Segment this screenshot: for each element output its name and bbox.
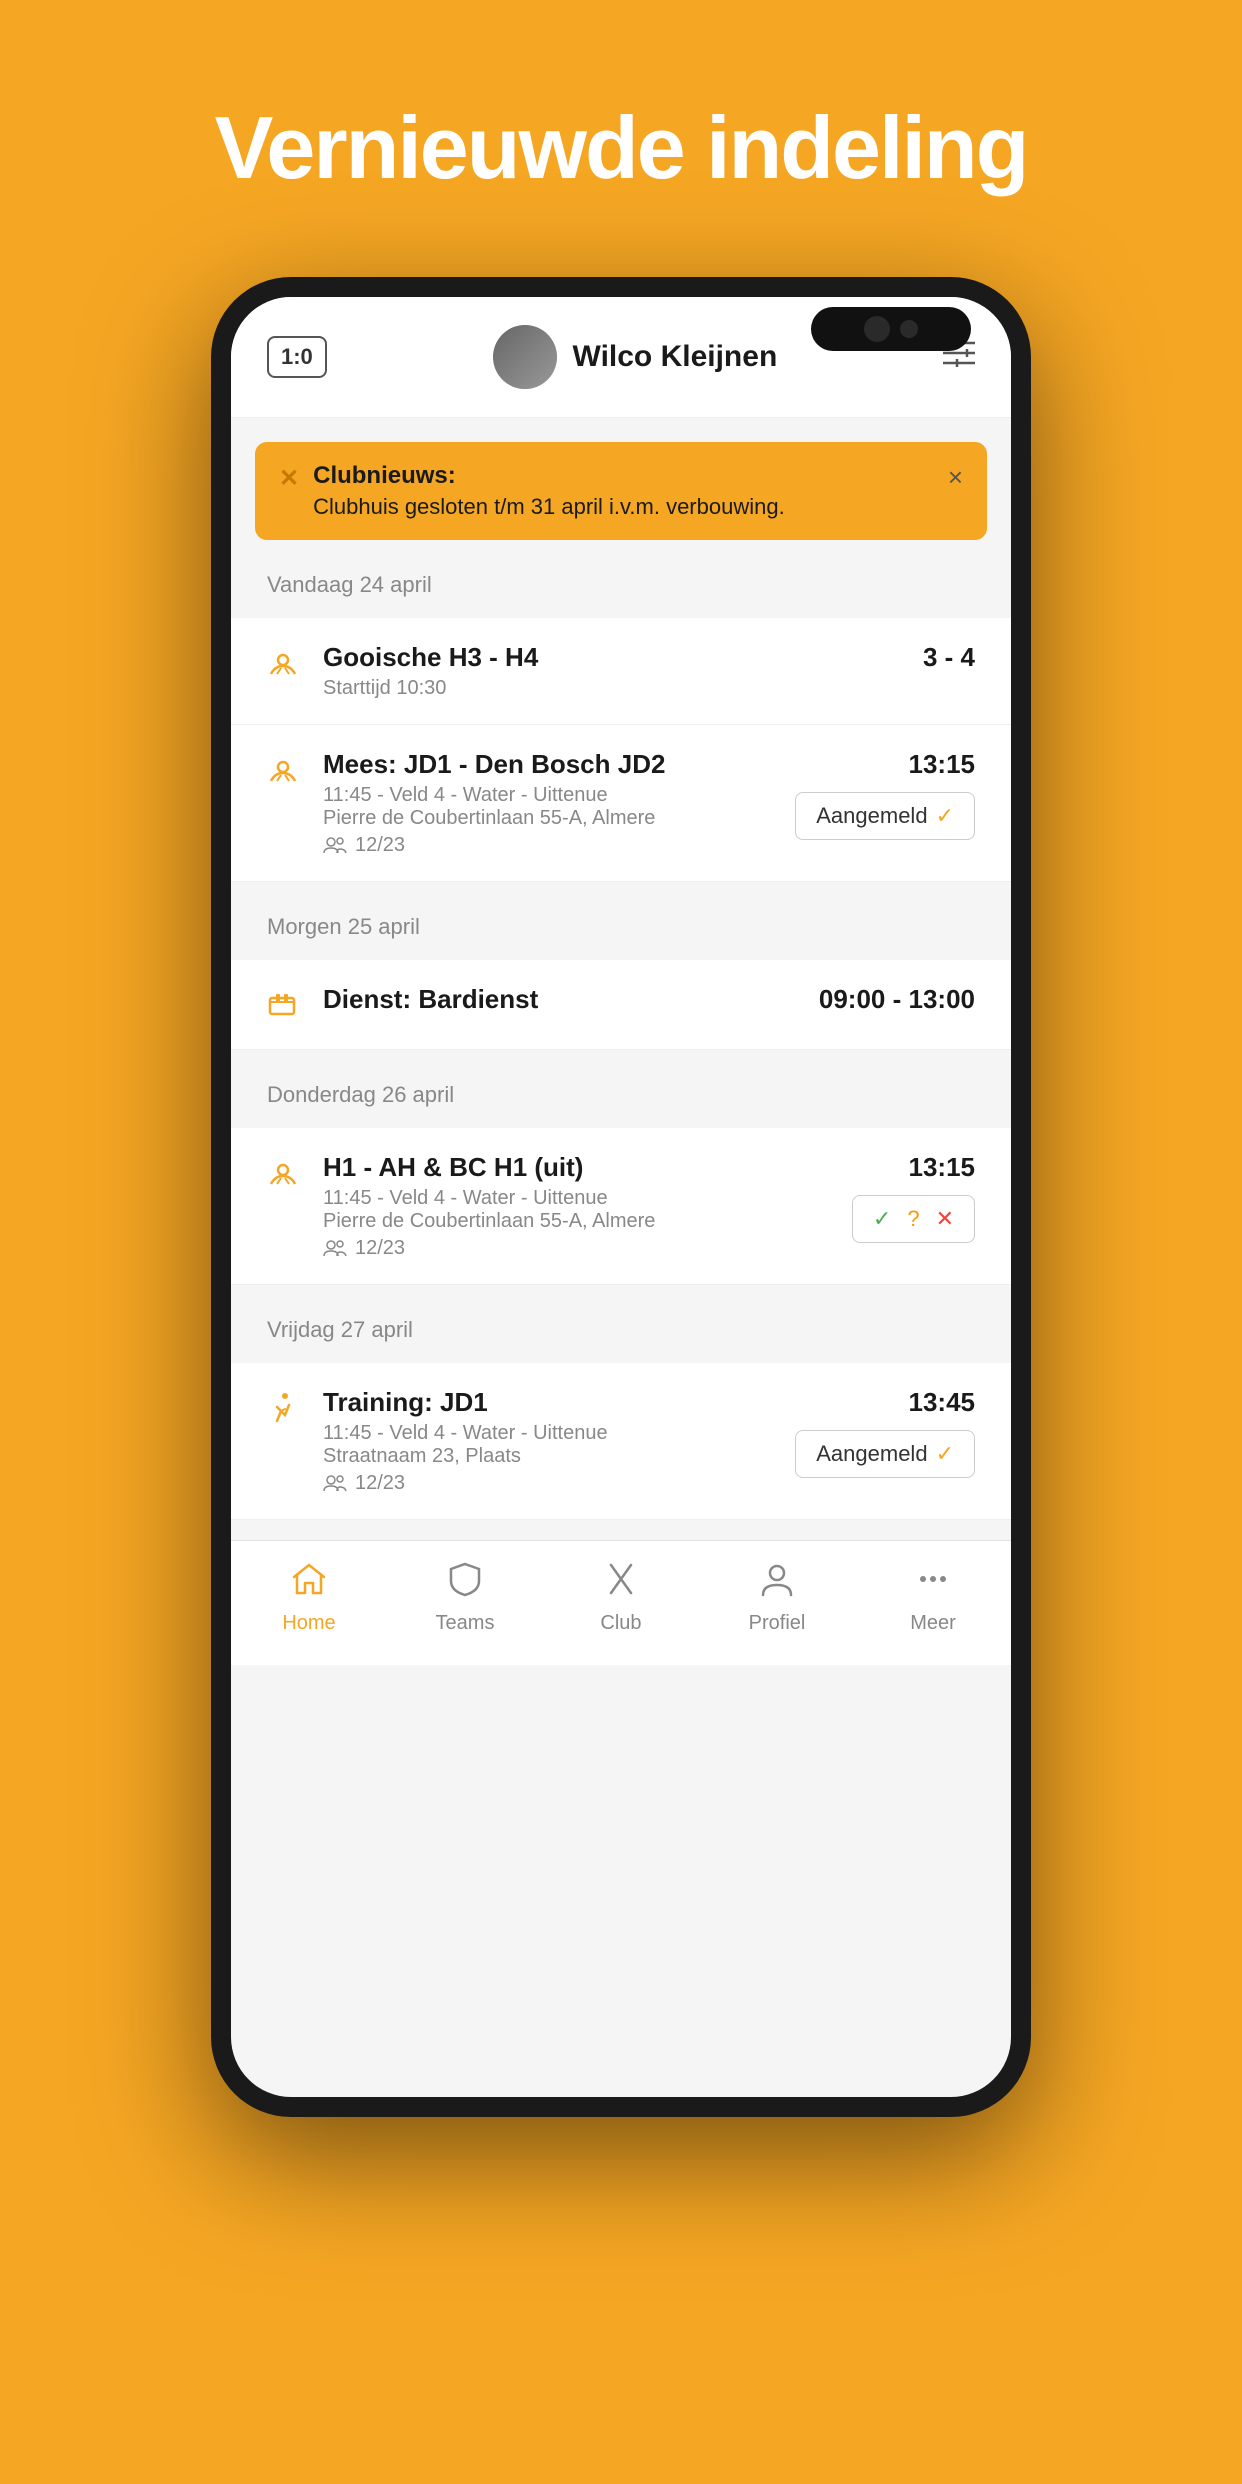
user-name: Wilco Kleijnen	[573, 340, 778, 374]
event-time-bardienst: 09:00 - 13:00	[819, 984, 975, 1015]
event-participants-mees: 12/23	[323, 834, 775, 857]
date-label-vandaag: Vandaag 24 april	[267, 552, 975, 606]
nav-label-teams: Teams	[436, 1612, 495, 1635]
banner-desc: Clubhuis gesloten t/m 31 april i.v.m. ve…	[313, 494, 948, 520]
event-subtitle-h1: 11:45 - Veld 4 - Water - Uittenue	[323, 1187, 832, 1210]
nav-label-profiel: Profiel	[749, 1612, 806, 1635]
date-label-vrijdag: Vrijdag 27 april	[267, 1297, 975, 1351]
event-gooische[interactable]: Gooische H3 - H4 Starttijd 10:30 3 - 4	[231, 618, 1011, 725]
event-location-h1: Pierre de Coubertinlaan 55-A, Almere	[323, 1210, 832, 1233]
event-participants-h1: 12/23	[323, 1237, 832, 1260]
banner-title: Clubnieuws:	[313, 462, 948, 490]
aangemeld-button-training[interactable]: Aangemeld ✓	[795, 1430, 975, 1478]
hockey-stick-icon	[603, 1561, 639, 1606]
bottom-nav: Home Teams	[231, 1540, 1011, 1665]
event-subtitle-mees: 11:45 - Veld 4 - Water - Uittenue	[323, 784, 775, 807]
phone-shell: 1:0 Wilco Kleijnen	[211, 277, 1031, 2117]
home-icon	[291, 1561, 327, 1606]
event-participants-training: 12/23	[323, 1472, 775, 1495]
event-title-training: Training: JD1	[323, 1387, 775, 1418]
nav-item-home[interactable]: Home	[249, 1561, 369, 1635]
event-time-mees: 13:15	[909, 749, 976, 780]
nav-item-teams[interactable]: Teams	[405, 1561, 525, 1635]
avatar	[493, 325, 557, 389]
nav-label-meer: Meer	[910, 1612, 956, 1635]
person-icon	[759, 1561, 795, 1606]
event-time-gooische: 3 - 4	[923, 642, 975, 673]
score-widget[interactable]: 1:0	[267, 336, 327, 378]
banner-close[interactable]: ×	[948, 462, 963, 493]
user-info: Wilco Kleijnen	[493, 325, 778, 389]
date-label-donderdag: Donderdag 26 april	[267, 1062, 975, 1116]
section-donderdag: Donderdag 26 april	[231, 1050, 1011, 1285]
event-h1[interactable]: H1 - AH & BC H1 (uit) 11:45 - Veld 4 - W…	[231, 1128, 1011, 1285]
shield-icon	[447, 1561, 483, 1606]
training-icon	[267, 1391, 303, 1430]
nav-item-meer[interactable]: Meer	[873, 1561, 993, 1635]
camera-bar	[811, 307, 971, 351]
event-subtitle-training: 11:45 - Veld 4 - Water - Uittenue	[323, 1422, 775, 1445]
nav-label-home: Home	[282, 1612, 335, 1635]
section-morgen: Morgen 25 april	[231, 882, 1011, 1050]
match-icon-3	[267, 1156, 303, 1195]
aangemeld-button-mees[interactable]: Aangemeld ✓	[795, 792, 975, 840]
event-bardienst[interactable]: Dienst: Bardienst 09:00 - 13:00	[231, 960, 1011, 1050]
response-no-button[interactable]: ✕	[936, 1206, 954, 1232]
nav-item-profiel[interactable]: Profiel	[717, 1561, 837, 1635]
nav-item-club[interactable]: Club	[561, 1561, 681, 1635]
page-title: Vernieuwde indeling	[215, 100, 1028, 197]
event-location-mees: Pierre de Coubertinlaan 55-A, Almere	[323, 807, 775, 830]
event-title-h1: H1 - AH & BC H1 (uit)	[323, 1152, 832, 1183]
response-maybe-button[interactable]: ?	[907, 1206, 919, 1232]
nav-label-club: Club	[600, 1612, 641, 1635]
event-time-h1: 13:15	[909, 1152, 976, 1183]
section-vrijdag: Vrijdag 27 april	[231, 1285, 1011, 1520]
notification-banner: ✕ Clubnieuws: Clubhuis gesloten t/m 31 a…	[255, 442, 987, 540]
event-mees-jd1[interactable]: Mees: JD1 - Den Bosch JD2 11:45 - Veld 4…	[231, 725, 1011, 882]
match-icon	[267, 646, 303, 685]
event-location-training: Straatnaam 23, Plaats	[323, 1445, 775, 1468]
service-icon	[267, 988, 303, 1025]
event-subtitle-gooische: Starttijd 10:30	[323, 677, 903, 700]
dots-icon	[915, 1561, 951, 1606]
phone-screen: 1:0 Wilco Kleijnen	[231, 297, 1011, 2097]
response-buttons: ✓ ? ✕	[852, 1195, 975, 1243]
section-vandaag: Vandaag 24 april	[231, 540, 1011, 882]
event-title-gooische: Gooische H3 - H4	[323, 642, 903, 673]
match-icon-2	[267, 753, 303, 792]
response-yes-button[interactable]: ✓	[873, 1206, 891, 1232]
event-time-training: 13:45	[909, 1387, 976, 1418]
date-label-morgen: Morgen 25 april	[267, 894, 975, 948]
event-title-mees: Mees: JD1 - Den Bosch JD2	[323, 749, 775, 780]
event-training-jd1[interactable]: Training: JD1 11:45 - Veld 4 - Water - U…	[231, 1363, 1011, 1520]
event-title-bardienst: Dienst: Bardienst	[323, 984, 799, 1015]
